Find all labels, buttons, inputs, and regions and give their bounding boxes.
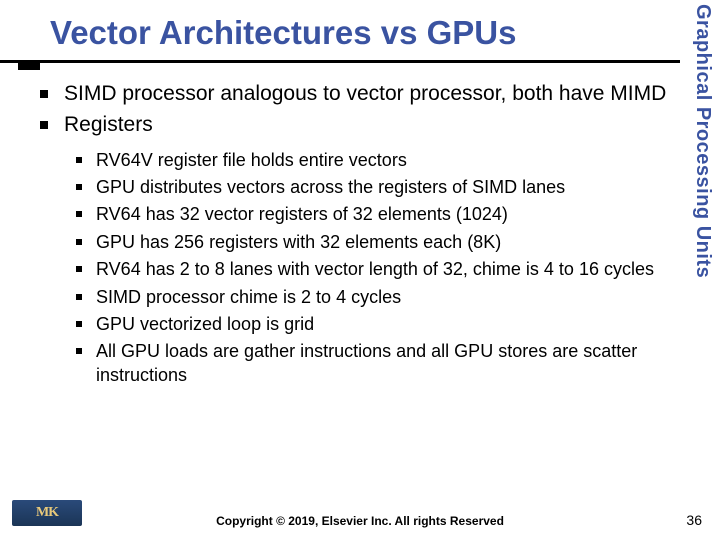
sub-bullet-item: RV64 has 32 vector registers of 32 eleme… xyxy=(72,203,674,226)
bullet-text: Registers xyxy=(64,113,153,136)
sub-bullet-text: GPU distributes vectors across the regis… xyxy=(96,177,565,197)
sub-bullet-item: RV64 has 2 to 8 lanes with vector length… xyxy=(72,258,674,281)
content-area: SIMD processor analogous to vector proce… xyxy=(36,80,674,391)
title-tick xyxy=(18,60,40,70)
copyright-text: Copyright © 2019, Elsevier Inc. All righ… xyxy=(0,514,720,528)
sub-bullet-item: All GPU loads are gather instructions an… xyxy=(72,340,674,387)
sub-bullet-text: GPU has 256 registers with 32 elements e… xyxy=(96,232,501,252)
title-underline xyxy=(0,60,680,63)
section-label: Graphical Processing Units xyxy=(691,4,714,278)
slide: Vector Architectures vs GPUs Graphical P… xyxy=(0,0,720,540)
bullet-item: SIMD processor analogous to vector proce… xyxy=(36,80,674,107)
main-bullet-list: SIMD processor analogous to vector proce… xyxy=(36,80,674,139)
title-bar: Vector Architectures vs GPUs xyxy=(0,10,680,66)
sub-bullet-item: GPU has 256 registers with 32 elements e… xyxy=(72,231,674,254)
sub-bullet-item: GPU vectorized loop is grid xyxy=(72,313,674,336)
bullet-item: Registers xyxy=(36,111,674,138)
sub-bullet-list: RV64V register file holds entire vectors… xyxy=(72,149,674,388)
sub-bullet-item: GPU distributes vectors across the regis… xyxy=(72,176,674,199)
bullet-text: SIMD processor analogous to vector proce… xyxy=(64,82,666,105)
footer: MK Copyright © 2019, Elsevier Inc. All r… xyxy=(0,506,720,530)
sub-bullet-text: All GPU loads are gather instructions an… xyxy=(96,341,637,384)
page-number: 36 xyxy=(686,512,702,528)
slide-title: Vector Architectures vs GPUs xyxy=(50,14,516,52)
sub-bullet-text: RV64 has 2 to 8 lanes with vector length… xyxy=(96,259,654,279)
sub-bullet-text: RV64V register file holds entire vectors xyxy=(96,150,407,170)
sub-bullet-text: SIMD processor chime is 2 to 4 cycles xyxy=(96,287,401,307)
sub-bullet-text: GPU vectorized loop is grid xyxy=(96,314,314,334)
sub-bullet-item: SIMD processor chime is 2 to 4 cycles xyxy=(72,286,674,309)
sub-bullet-text: RV64 has 32 vector registers of 32 eleme… xyxy=(96,204,508,224)
sub-bullet-item: RV64V register file holds entire vectors xyxy=(72,149,674,172)
